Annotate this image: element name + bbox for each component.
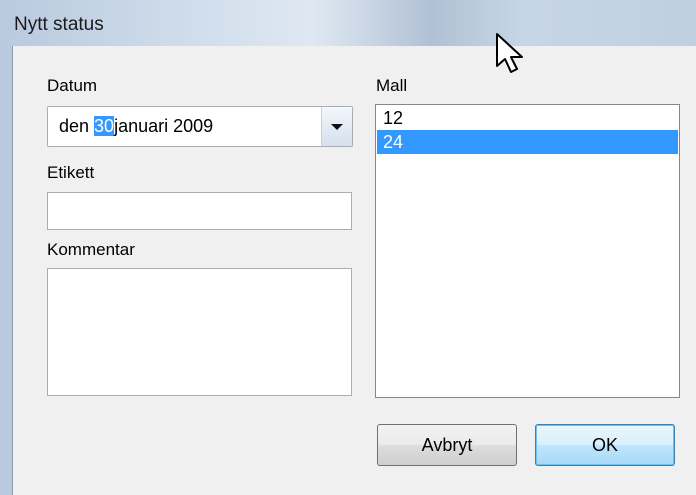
date-label: Datum <box>47 76 98 95</box>
template-label: Mall <box>376 76 408 95</box>
date-suffix: januari 2009 <box>114 116 214 136</box>
comment-textarea[interactable] <box>47 268 352 396</box>
ok-button[interactable]: OK <box>535 424 675 466</box>
date-prefix: den <box>59 116 95 136</box>
date-day-selected[interactable]: 30 <box>94 116 115 136</box>
template-list-item-selected[interactable]: 24 <box>377 130 678 154</box>
dialog-window: Nytt status Datum den 30januari 2009 Eti… <box>0 0 696 495</box>
label-label: Etikett <box>47 163 95 182</box>
template-listbox[interactable]: 12 24 <box>375 104 680 398</box>
chevron-down-icon <box>331 124 343 130</box>
date-picker[interactable]: den 30januari 2009 <box>47 106 353 147</box>
dialog-body: Datum den 30januari 2009 Etikett Komment… <box>12 46 696 495</box>
label-input[interactable] <box>47 192 352 230</box>
date-value[interactable]: den 30januari 2009 <box>59 116 213 137</box>
cancel-button[interactable]: Avbryt <box>377 424 517 466</box>
window-title: Nytt status <box>14 14 104 35</box>
mouse-pointer-icon <box>496 33 523 73</box>
date-dropdown-button[interactable] <box>321 107 352 146</box>
template-list-item[interactable]: 12 <box>377 106 678 130</box>
comment-label: Kommentar <box>47 240 135 259</box>
title-bar[interactable]: Nytt status <box>0 0 696 46</box>
